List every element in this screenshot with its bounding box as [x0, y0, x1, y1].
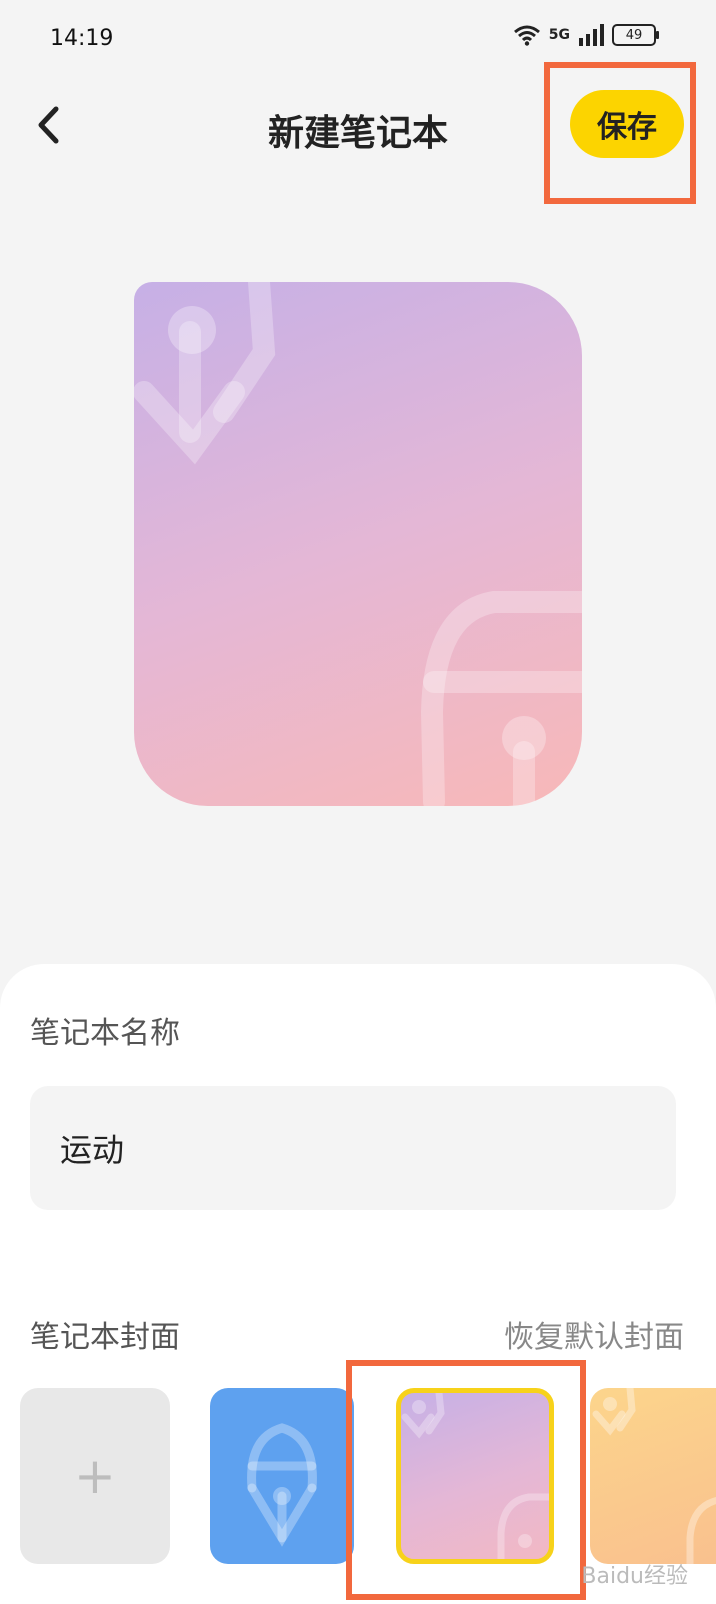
cover-option-blue[interactable]: [210, 1388, 354, 1564]
wifi-icon: [513, 25, 540, 46]
pen-nib-icon: [247, 1423, 317, 1547]
network-type: 5G: [548, 27, 570, 43]
battery-level: 49: [625, 27, 643, 43]
signal-icon: [579, 24, 604, 46]
status-time: 14:19: [50, 26, 114, 51]
cover-preview: [134, 282, 582, 806]
restore-default-cover-link[interactable]: 恢复默认封面: [504, 1312, 684, 1356]
highlight-box-cover: [346, 1360, 586, 1600]
highlight-box-save: [544, 62, 696, 204]
plus-icon: +: [74, 1447, 116, 1505]
pen-nib-icon: [592, 1388, 716, 1564]
status-icons: 5G 49: [513, 24, 659, 46]
pen-nib-icon: [134, 282, 582, 806]
cover-label: 笔记本封面: [30, 1320, 180, 1355]
battery-icon: 49: [612, 24, 659, 46]
watermark-text: Baidu经验: [581, 1564, 688, 1589]
add-cover-button[interactable]: +: [20, 1388, 170, 1564]
name-label: 笔记本名称: [30, 1016, 180, 1051]
cover-option-orange[interactable]: [590, 1388, 716, 1564]
notebook-name-input[interactable]: [30, 1086, 676, 1210]
